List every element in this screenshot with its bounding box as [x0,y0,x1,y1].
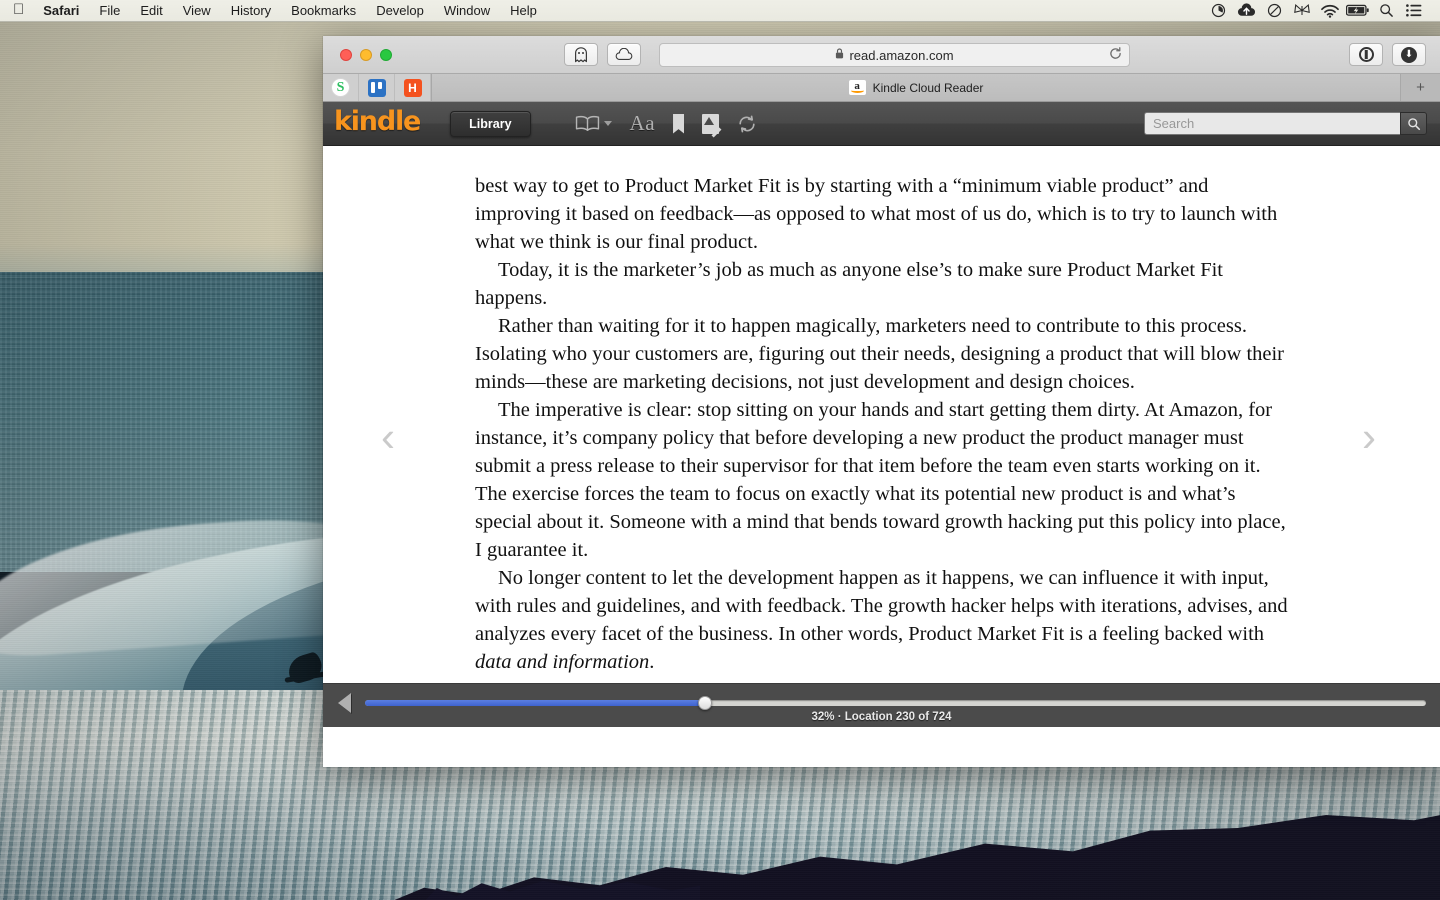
progress-slider-fill [365,700,705,706]
library-button[interactable]: Library [450,110,531,137]
extension-toolbar: S H [323,74,432,101]
paragraph: best way to get to Product Market Fit is… [475,175,1278,253]
close-window-button[interactable] [340,48,352,61]
minimize-window-button[interactable] [360,48,372,61]
downloads-button[interactable]: ⬇ [1392,43,1426,66]
paragraph: Rather than waiting for it to happen mag… [475,315,1285,393]
window-traffic-lights [340,48,392,61]
notes-glyph [702,113,720,134]
menu-item-history[interactable]: History [221,0,281,22]
tab-title: Kindle Cloud Reader [872,80,984,95]
book-page-text: best way to get to Product Market Fit is… [475,172,1288,676]
kindle-logo[interactable]: kindle [334,108,421,135]
kindle-tool-buttons: Aa [575,113,758,134]
dropbox-upload-icon[interactable] [1232,3,1260,18]
safari-browser-window: read.amazon.com ⬇ S H a Kindle Cloud Rea… [323,36,1440,767]
amazon-favicon-smile [850,88,864,93]
menu-item-edit[interactable]: Edit [130,0,172,22]
apple-menu-icon[interactable]:  [13,2,24,17]
chevron-down-icon [603,121,612,126]
zoom-window-button[interactable] [380,48,392,61]
cloud-icon[interactable] [607,43,641,66]
progress-status-text: 32% · Location 230 of 724 [811,711,952,723]
search-button[interactable] [1400,112,1427,135]
battery-charging-icon[interactable] [1344,4,1372,17]
browser-toolbar: read.amazon.com ⬇ [323,36,1440,74]
hubspot-extension-icon[interactable]: H [395,74,431,101]
paragraph: Today, it is the marketer’s job as much … [475,259,1224,309]
menu-item-bookmarks[interactable]: Bookmarks [281,0,366,22]
kindle-toolbar: kindle Library Aa [323,102,1440,146]
reload-icon[interactable] [1109,47,1122,63]
toolbar-right-buttons: ⬇ [1349,43,1426,66]
amazon-favicon: a [848,80,866,95]
bookmark-icon[interactable] [673,113,685,134]
ghost-icon[interactable] [564,43,598,66]
browser-tab-bar: S H a Kindle Cloud Reader + [323,74,1440,102]
search-input[interactable] [1144,112,1400,135]
paragraph-body: No longer content to let the development… [475,567,1288,645]
evernote-glyph: S [331,78,350,97]
butterfly-icon[interactable] [1288,3,1316,18]
downloads-icon: ⬇ [1401,46,1417,63]
trello-extension-icon[interactable] [359,74,395,101]
paragraph-tail: . [649,651,655,673]
spotlight-search-icon[interactable] [1372,3,1400,18]
notification-center-icon[interactable] [1400,4,1428,17]
reader-page-area: ‹ › best way to get to Product Market Fi… [323,146,1440,727]
paragraph-with-emphasis: No longer content to let the development… [475,564,1288,676]
hubspot-glyph: H [403,78,422,97]
reader-progress-footer: 32% · Location 230 of 724 [323,683,1440,727]
address-bar[interactable]: read.amazon.com [659,43,1130,67]
do-not-disturb-icon[interactable] [1260,3,1288,18]
menu-bar:  Safari File Edit View History Bookmark… [0,0,1440,22]
sync-icon[interactable] [737,115,757,133]
notes-and-marks-icon[interactable] [702,113,720,134]
lock-icon [835,48,844,62]
next-page-button[interactable]: › [1362,415,1376,458]
address-bar-url: read.amazon.com [849,47,954,63]
kindle-search-area [1144,112,1427,135]
menu-item-help[interactable]: Help [500,0,547,22]
progress-slider-thumb[interactable] [697,696,712,710]
bookmark-glyph [673,113,685,134]
reader-mode-icon [1358,47,1374,62]
font-settings-icon[interactable]: Aa [630,113,656,134]
menu-item-safari[interactable]: Safari [33,0,89,22]
time-machine-icon[interactable] [1204,3,1232,18]
trello-glyph [367,78,386,97]
tab-kindle-cloud-reader[interactable]: a Kindle Cloud Reader [432,74,1400,101]
reader-mode-button[interactable] [1349,43,1383,66]
menu-item-develop[interactable]: Develop [366,0,434,22]
menu-item-window[interactable]: Window [434,0,500,22]
menu-bar-status-area [1204,3,1428,18]
evernote-extension-icon[interactable]: S [323,74,359,101]
view-mode-icon[interactable] [575,115,612,132]
previous-page-button[interactable]: ‹ [381,415,395,458]
wifi-icon[interactable] [1316,4,1344,18]
progress-slider[interactable] [365,693,1426,713]
font-settings-label: Aa [629,111,656,135]
new-tab-button[interactable]: + [1400,74,1440,101]
paragraph: The imperative is clear: stop sitting on… [475,399,1286,561]
menu-item-file[interactable]: File [89,0,130,22]
back-arrow-button[interactable] [338,693,351,713]
emphasized-phrase: data and information [475,651,650,673]
menu-item-view[interactable]: View [173,0,221,22]
